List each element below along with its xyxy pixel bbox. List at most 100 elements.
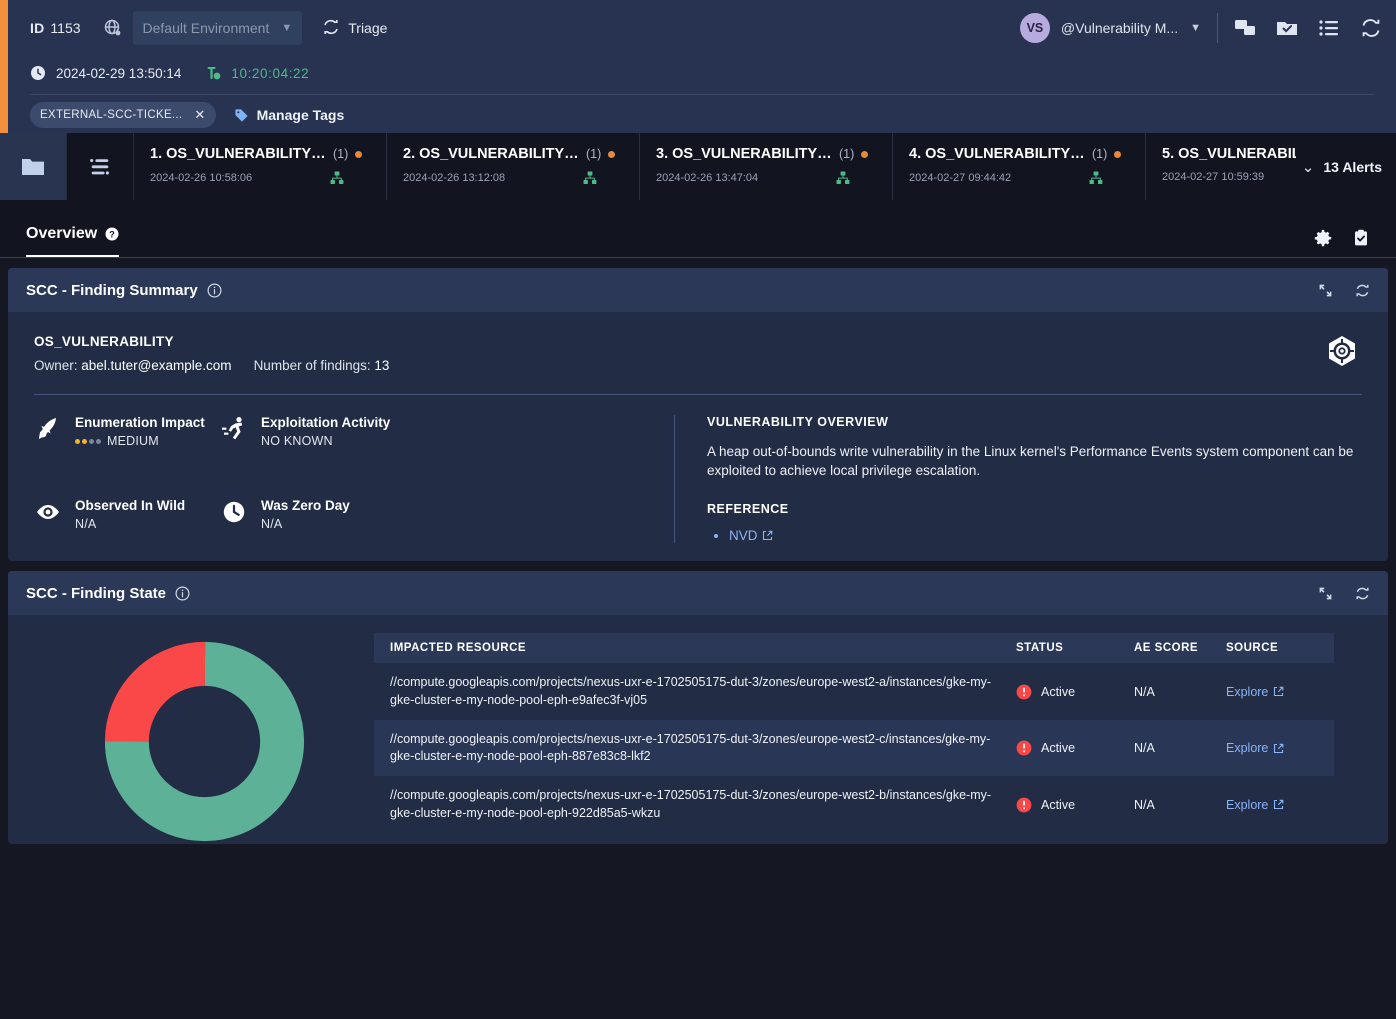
alerts-count-dropdown[interactable]: ⌄ 13 Alerts [1296,133,1396,200]
alert-tab[interactable]: 3. OS_VULNERABILITY_C... (1) 2024-02-26 … [640,133,893,200]
metric-observed-in-wild: Observed In Wild N/A [34,498,220,531]
table-row[interactable]: //compute.googleapis.com/projects/nexus-… [374,663,1334,720]
alert-tab-title: 2. OS_VULNERABILITY_C... [403,146,579,162]
column-source: SOURCE [1216,633,1334,663]
hierarchy-icon [836,171,850,185]
cell-ae-score: N/A [1124,720,1216,777]
info-icon[interactable] [175,586,190,601]
overview-tab-bar: Overview ? [0,200,1396,258]
environment-select-value: Default Environment [143,20,270,36]
timeline-view-button[interactable] [67,133,134,200]
impacted-resources-table: IMPACTED RESOURCE STATUS AE SCORE SOURCE… [374,633,1334,833]
alert-circle-icon [1016,684,1032,700]
chevron-down-icon: ⌄ [1302,158,1315,176]
globe-icon [103,18,123,38]
vulnerability-overview-section: VULNERABILITY OVERVIEW A heap out-of-bou… [707,415,1362,543]
alert-tab[interactable]: 4. OS_VULNERABILITY_C... (1) 2024-02-27 … [893,133,1146,200]
vulnerability-overview-heading: VULNERABILITY OVERVIEW [707,415,1362,429]
reference-list: NVD [707,528,1362,543]
status-label: Active [1041,741,1075,755]
record-timestamp: 2024-02-29 13:50:14 [56,66,181,81]
owner-value: abel.tuter@example.com [81,358,231,373]
table-row[interactable]: //compute.googleapis.com/projects/nexus-… [374,776,1334,833]
metric-enumeration-impact: Enumeration Impact MEDIUM [34,415,220,448]
tab-overview[interactable]: Overview ? [26,225,119,258]
panel-title: SCC - Finding Summary [26,282,198,299]
explore-label: Explore [1226,741,1268,755]
clipboard-check-icon[interactable] [1352,229,1370,247]
explore-link[interactable]: Explore [1226,741,1284,755]
severity-dots [75,439,101,444]
refresh-icon[interactable] [1355,283,1370,298]
alert-tab-timestamp: 2024-02-27 10:59:39 [1162,171,1264,183]
chat-icon[interactable] [1234,17,1256,39]
alert-tab-timestamp: 2024-02-27 09:44:42 [909,172,1011,184]
hierarchy-icon [330,171,344,185]
record-id-label: ID [30,20,44,36]
metric-value: MEDIUM [107,434,159,448]
finding-summary-body: OS_VULNERABILITY Owner: abel.tuter@examp… [8,312,1388,561]
cell-ae-score: N/A [1124,663,1216,720]
alert-tab[interactable]: 1. OS_VULNERABILITY_C... (1) 2024-02-26 … [134,133,387,200]
refresh-icon[interactable] [1355,586,1370,601]
finding-category: OS_VULNERABILITY [34,334,389,349]
avatar: VS [1020,13,1050,43]
metric-label: Exploitation Activity [261,415,390,430]
panel-title: SCC - Finding State [26,585,166,602]
refresh-icon[interactable] [1360,17,1382,39]
help-icon[interactable]: ? [105,227,119,241]
header-primary-row: ID 1153 Default Environment ▼ [8,0,1396,56]
close-icon[interactable]: ✕ [194,107,205,123]
status-dot-icon [1114,151,1121,158]
cell-impacted-resource: //compute.googleapis.com/projects/nexus-… [374,776,1006,833]
owner-label: Owner: [34,358,78,373]
metric-label: Observed In Wild [75,498,185,513]
status-dot-icon [861,151,868,158]
status-dot-icon [355,151,362,158]
nvd-link-label: NVD [729,528,758,543]
task-folder-check-icon[interactable] [1276,17,1298,39]
alert-tab-timestamp: 2024-02-26 10:58:06 [150,172,252,184]
eye-icon [34,498,62,526]
finding-state-donut-chart [34,633,374,844]
alert-tab-title: 1. OS_VULNERABILITY_C... [150,146,326,162]
table-row[interactable]: //compute.googleapis.com/projects/nexus-… [374,720,1334,777]
explore-link[interactable]: Explore [1226,685,1284,699]
manage-tags-button[interactable]: Manage Tags [234,107,345,123]
info-icon[interactable] [207,283,222,298]
explore-link[interactable]: Explore [1226,798,1284,812]
alert-tab-count: (1) [839,147,854,161]
donut-svg [102,639,307,844]
tag-chip[interactable]: EXTERNAL-SCC-TICKE... ✕ [30,102,216,128]
alert-tab[interactable]: 2. OS_VULNERABILITY_C... (1) 2024-02-26 … [387,133,640,200]
metric-exploitation-activity: Exploitation Activity NO KNOWN [220,415,390,448]
findings-count-field: Number of findings: 13 [254,358,390,373]
metric-value: N/A [261,517,282,531]
alert-circle-icon [1016,797,1032,813]
alert-tabs: 1. OS_VULNERABILITY_C... (1) 2024-02-26 … [134,133,1396,200]
findings-value: 13 [374,358,389,373]
manage-tags-label: Manage Tags [257,107,345,123]
sla-timer-icon [205,65,221,81]
nvd-link[interactable]: NVD [729,528,773,543]
owner-field: Owner: abel.tuter@example.com [34,358,232,373]
scc-logo-icon [1322,334,1362,374]
collapse-icon[interactable] [1318,283,1333,298]
tag-label: EXTERNAL-SCC-TICKE... [40,109,182,121]
environment-select[interactable]: Default Environment ▼ [133,11,303,45]
list-item: NVD [729,528,1362,543]
list-icon[interactable] [1318,17,1340,39]
tag-icon [234,108,249,123]
header-actions [1234,17,1382,39]
donut-segment-inactive [126,664,281,819]
divider [674,415,675,543]
folder-view-button[interactable] [0,133,67,200]
status-label: Active [1041,685,1075,699]
triage-button[interactable]: Triage [322,18,387,39]
collapse-icon[interactable] [1318,586,1333,601]
explore-label: Explore [1226,685,1268,699]
cell-status: Active [1006,663,1124,720]
chevron-down-icon[interactable]: ▼ [1190,22,1201,34]
gear-icon[interactable] [1314,229,1332,247]
chevron-down-icon: ▼ [281,22,292,34]
